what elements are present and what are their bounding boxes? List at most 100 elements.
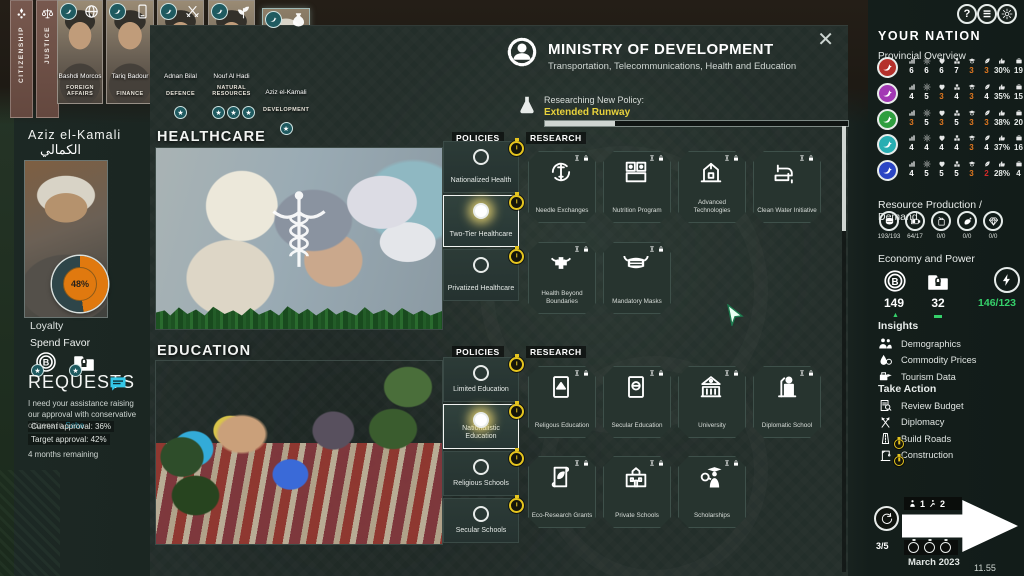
- province-row-1[interactable]: 66673330%19: [868, 56, 1024, 81]
- insight-commodity-prices[interactable]: Commodity Prices: [878, 353, 1024, 368]
- cabinet-tab-justice[interactable]: JUSTICE: [36, 0, 59, 118]
- research-item-private-schools[interactable]: Private Schools: [603, 456, 671, 528]
- research-item-diplomatic-school[interactable]: Diplomatic School: [753, 366, 821, 438]
- action-label: Construction: [901, 450, 953, 460]
- menu-button[interactable]: ☰: [977, 4, 997, 24]
- resource-value: 0/0: [954, 233, 980, 240]
- policy-radio[interactable]: [473, 203, 489, 219]
- research-item-advanced-technologies[interactable]: Advanced Technologies: [678, 151, 746, 223]
- bird-icon: [164, 7, 173, 16]
- research-item-secular-education[interactable]: Secular Education: [603, 366, 671, 438]
- policy-radio[interactable]: [473, 459, 489, 475]
- province-stat-value: 3: [964, 67, 979, 75]
- province-stat-value: 3: [934, 93, 949, 101]
- policy-option-nationalized-health[interactable]: Nationalized Health: [443, 141, 519, 193]
- research-label: Needle Exchanges: [530, 207, 594, 215]
- province-stat-value: 6: [934, 67, 949, 75]
- lock-icon: [807, 369, 815, 377]
- coin-b-icon: B: [882, 268, 908, 294]
- thumbs-up-icon: [998, 160, 1006, 168]
- game-date: March 2023: [908, 557, 960, 568]
- star-icon: ★: [212, 106, 225, 119]
- resource-value: 0/0: [980, 233, 1006, 240]
- bird-icon: [269, 15, 278, 24]
- research-flask-icon: [516, 94, 538, 120]
- research-label: Advanced Technologies: [680, 199, 744, 215]
- research-item-religous-education[interactable]: Religous Education: [528, 366, 596, 438]
- policy-radio[interactable]: [473, 257, 489, 273]
- policy-radio[interactable]: [473, 149, 489, 165]
- power-value: 146/123: [970, 297, 1024, 309]
- province-stat-value: 4: [934, 144, 949, 152]
- bar-chart-icon: [908, 83, 916, 91]
- education-policies: Limited EducationNationalistic Education…: [443, 357, 519, 543]
- province-stat-value: 6: [904, 67, 919, 75]
- research-item-nutrition-program[interactable]: Nutrition Program: [603, 151, 671, 223]
- province-icon: [877, 134, 898, 155]
- research-item-mandatory-masks[interactable]: Mandatory Masks: [603, 242, 671, 314]
- cycle-turn-button[interactable]: [874, 506, 899, 531]
- policy-option-secular-schools[interactable]: Secular Schools: [443, 498, 519, 543]
- research-item-health-beyond-boundaries[interactable]: Health Beyond Boundaries: [528, 242, 596, 314]
- research-label-education: RESEARCH: [526, 346, 586, 358]
- minister-card-tariq-badour[interactable]: Tariq BadourFINANCE: [106, 0, 154, 104]
- province-row-2[interactable]: 45343435%15: [868, 82, 1024, 107]
- province-stat-value: 6: [919, 67, 934, 75]
- scrollbar[interactable]: [842, 126, 846, 572]
- resource-battery: 64/17: [902, 211, 928, 240]
- cabinet-tab-citizenship[interactable]: CITIZENSHIP: [10, 0, 33, 118]
- crates-icon: [953, 134, 961, 142]
- policy-option-limited-education[interactable]: Limited Education: [443, 357, 519, 402]
- insight-demographics[interactable]: Demographics: [878, 336, 1024, 351]
- heart-icon: [938, 57, 946, 65]
- action-build-roads[interactable]: Build Roads: [878, 431, 1024, 446]
- action-construction[interactable]: Construction: [878, 448, 1024, 463]
- folder-lock-icon: [926, 269, 950, 293]
- close-icon[interactable]: ✕: [817, 30, 834, 50]
- insight-tourism-data[interactable]: Tourism Data: [878, 369, 1024, 384]
- spend-favor-money-button[interactable]: B★: [34, 350, 64, 374]
- action-label: Review Budget: [901, 401, 964, 411]
- research-label: Religous Education: [530, 422, 594, 430]
- request-chat-icon[interactable]: [108, 374, 128, 392]
- school-building-icon: [622, 463, 650, 491]
- diplomat-podium-icon: [772, 373, 800, 401]
- research-item-clean-water-initiative[interactable]: Clean Water Initiative: [753, 151, 821, 223]
- research-policy-name: Extended Runway: [544, 107, 630, 118]
- policy-option-religious-schools[interactable]: Religious Schools: [443, 451, 519, 496]
- policy-radio[interactable]: [473, 506, 489, 522]
- faction-badge: [109, 3, 126, 20]
- lock-icon: [657, 245, 665, 253]
- province-row-5[interactable]: 45553228%4: [868, 159, 1024, 184]
- minister-name-arabic: الكمالي: [40, 142, 81, 158]
- research-item-needle-exchanges[interactable]: Needle Exchanges: [528, 151, 596, 223]
- research-item-eco-research-grants[interactable]: Eco-Research Grants: [528, 456, 596, 528]
- bird-icon: [881, 138, 894, 151]
- policy-radio[interactable]: [473, 412, 489, 428]
- scrollbar-thumb[interactable]: [842, 126, 846, 231]
- policy-radio[interactable]: [473, 365, 489, 381]
- spend-favor-unlock-button[interactable]: ★: [72, 350, 102, 374]
- research-item-university[interactable]: University: [678, 366, 746, 438]
- crane-icon: [878, 448, 893, 463]
- policy-option-privatized-healthcare[interactable]: Privatized Healthcare: [443, 249, 519, 301]
- help-button[interactable]: ?: [957, 4, 977, 24]
- action-review-budget[interactable]: Review Budget: [878, 398, 1024, 413]
- briefcase-icon: [1015, 83, 1023, 91]
- resource-gem: 0/0: [980, 211, 1006, 240]
- foliage-decoration: [155, 424, 236, 534]
- thumbs-up-icon: [998, 109, 1006, 117]
- action-diplomacy[interactable]: Diplomacy: [878, 415, 1024, 430]
- province-jobs: 20: [1012, 119, 1024, 127]
- province-row-4[interactable]: 44443437%16: [868, 133, 1024, 158]
- advisor-count: 1: [920, 499, 925, 509]
- province-row-3[interactable]: 35353338%20: [868, 108, 1024, 133]
- minister-card-bashdi-morcos[interactable]: Bashdi MorcosFOREIGN AFFAIRS: [57, 0, 103, 104]
- policy-option-two-tier-healthcare[interactable]: Two-Tier Healthcare: [443, 195, 519, 247]
- policy-option-nationalistic-education[interactable]: Nationalistic Education: [443, 404, 519, 449]
- budget-doc-icon: [878, 398, 893, 413]
- insight-label: Commodity Prices: [901, 355, 976, 365]
- two-people-icon: [878, 336, 893, 351]
- settings-button[interactable]: [997, 4, 1017, 24]
- research-item-scholarships[interactable]: Scholarships: [678, 456, 746, 528]
